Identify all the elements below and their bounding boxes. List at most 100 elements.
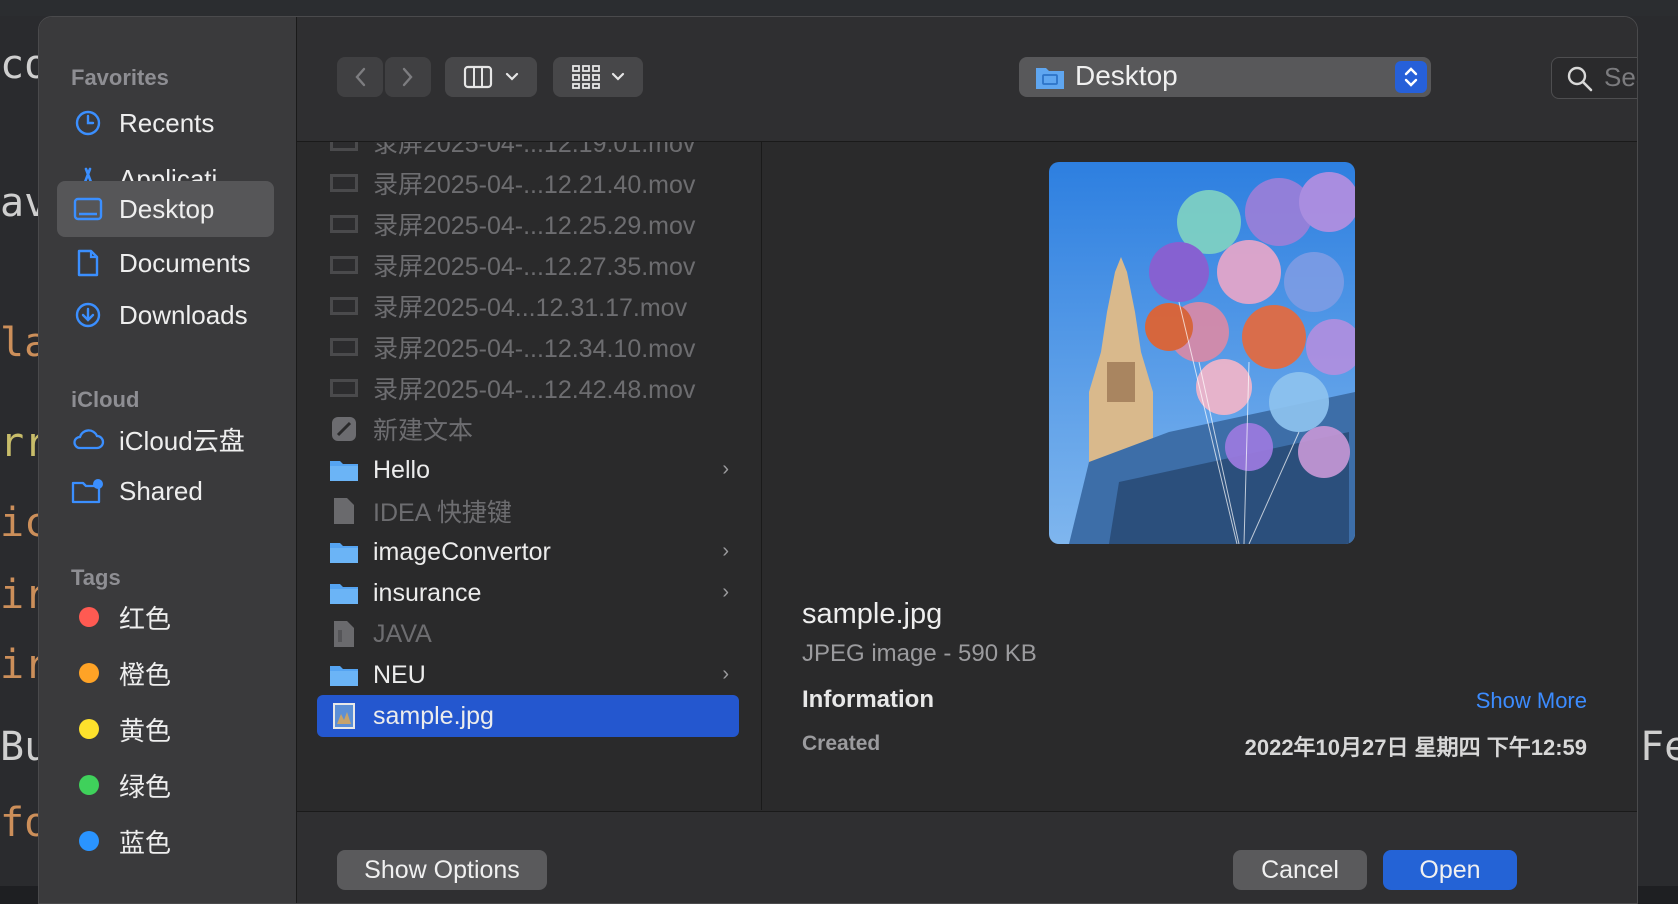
file-name: 录屏2025-04-...12.27.35.mov: [373, 253, 696, 281]
location-popup[interactable]: Desktop: [1019, 57, 1431, 97]
preview-pane: sample.jpg JPEG image - 590 KB Informati…: [762, 142, 1637, 810]
sidebar-tag-red[interactable]: 红色: [57, 589, 274, 645]
blue-tag-dot-icon: [79, 831, 99, 851]
file-name: imageConvertor: [373, 537, 551, 566]
show-options-button[interactable]: Show Options: [337, 850, 547, 890]
sidebar-tag-yellow[interactable]: 黄色: [57, 701, 274, 757]
shared-folder-icon: [71, 474, 105, 508]
preview-file-kind: JPEG image - 590 KB: [802, 640, 1037, 667]
sidebar-item-label: iCloud云盘: [119, 425, 245, 456]
tag-label: 绿色: [119, 771, 172, 802]
favorites-heading: Favorites: [71, 65, 169, 90]
clock-icon: [71, 106, 105, 140]
list-item[interactable]: NEU ›: [317, 654, 739, 696]
editor-top-bar: [0, 0, 1678, 16]
chevron-right-icon: ›: [722, 581, 729, 603]
list-item-selected[interactable]: sample.jpg: [317, 695, 739, 737]
video-file-icon: [329, 209, 359, 239]
folder-icon: [329, 578, 359, 608]
text-file-icon: [329, 414, 359, 444]
download-icon: [71, 298, 105, 332]
location-label: Desktop: [1075, 60, 1178, 91]
image-preview: [1049, 162, 1355, 544]
file-name: 录屏2025-04...12.31.17.mov: [373, 294, 688, 322]
sidebar-item-label: Documents: [119, 247, 251, 278]
show-more-link[interactable]: Show More: [1476, 688, 1587, 714]
list-item[interactable]: 录屏2025-04-...12.25.29.mov: [317, 203, 739, 245]
file-name: IDEA 快捷键: [373, 499, 512, 527]
up-down-chevron-icon: [1404, 67, 1418, 87]
list-item[interactable]: 录屏2025-04-...12.42.48.mov: [317, 367, 739, 409]
file-name: 新建文本: [373, 417, 474, 445]
folder-icon: [329, 455, 359, 485]
list-item[interactable]: insurance ›: [317, 572, 739, 614]
sidebar-tag-orange[interactable]: 橙色: [57, 645, 274, 701]
file-name: 录屏2025-04-...12.42.48.mov: [373, 376, 696, 404]
sidebar-tag-blue[interactable]: 蓝色: [57, 813, 274, 869]
video-file-icon: [329, 168, 359, 198]
sidebar-item-label: Shared: [119, 475, 203, 506]
document-file-icon: [329, 496, 359, 526]
list-item[interactable]: imageConvertor ›: [317, 531, 739, 573]
chevron-down-icon: [611, 72, 625, 81]
file-name: 录屏2025-04-...12.25.29.mov: [373, 212, 696, 240]
video-file-icon: [329, 373, 359, 403]
green-tag-dot-icon: [79, 775, 99, 795]
list-item[interactable]: IDEA 快捷键: [317, 490, 739, 532]
grid-group-icon: [572, 65, 600, 89]
column-view-icon: [463, 65, 493, 89]
tag-label: 蓝色: [119, 827, 172, 858]
sidebar-item-label: Recents: [119, 107, 215, 138]
sidebar-item-downloads[interactable]: Downloads: [57, 287, 274, 343]
chevron-right-icon: ›: [722, 458, 729, 480]
sidebar-tag-green[interactable]: 绿色: [57, 757, 274, 813]
tag-label: 橙色: [119, 659, 172, 690]
preview-file-name: sample.jpg: [802, 598, 943, 630]
file-name: 录屏2025-04-...12.19.01.mov: [373, 142, 696, 158]
sidebar-item-shared[interactable]: Shared: [57, 463, 274, 519]
location-stepper[interactable]: [1395, 61, 1427, 93]
list-item[interactable]: Hello ›: [317, 449, 739, 491]
file-name: NEU: [373, 660, 426, 689]
file-list[interactable]: 录屏2025-04-...12.19.01.mov 录屏2025-04-...1…: [297, 142, 762, 810]
video-file-icon: [329, 142, 359, 157]
list-item[interactable]: 录屏2025-04-...12.21.40.mov: [317, 162, 739, 204]
open-button[interactable]: Open: [1383, 850, 1517, 890]
video-file-icon: [329, 291, 359, 321]
file-name: JAVA: [373, 619, 432, 648]
search-icon: [1567, 66, 1593, 92]
cloud-icon: [71, 422, 105, 456]
file-name: sample.jpg: [373, 701, 494, 730]
sidebar-item-label: Desktop: [119, 193, 215, 224]
cancel-button[interactable]: Cancel: [1233, 850, 1367, 890]
sidebar-item-desktop[interactable]: Desktop: [57, 181, 274, 237]
orange-tag-dot-icon: [79, 663, 99, 683]
sidebar-item-recents[interactable]: Recents: [57, 95, 274, 151]
created-value: 2022年10月27日 星期四 下午12:59: [1244, 735, 1587, 760]
list-item[interactable]: 录屏2025-04-...12.34.10.mov: [317, 326, 739, 368]
list-item[interactable]: 录屏2025-04-...12.27.35.mov: [317, 244, 739, 286]
group-button[interactable]: [553, 57, 643, 97]
search-field[interactable]: Search: [1551, 57, 1637, 99]
folder-icon: [329, 537, 359, 567]
list-item[interactable]: JAVA: [317, 613, 739, 655]
list-item[interactable]: 新建文本: [317, 408, 739, 450]
view-mode-button[interactable]: [445, 57, 537, 97]
sidebar-item-documents[interactable]: Documents: [57, 235, 274, 291]
sidebar: Favorites Recents Applicati... Desktop D…: [39, 17, 297, 903]
sidebar-item-label: Downloads: [119, 299, 248, 330]
chevron-right-icon: ›: [722, 663, 729, 685]
forward-button[interactable]: [385, 57, 431, 97]
chevron-right-icon: [402, 67, 413, 87]
video-file-icon: [329, 332, 359, 362]
yellow-tag-dot-icon: [79, 719, 99, 739]
tags-heading: Tags: [71, 565, 121, 590]
list-item[interactable]: 录屏2025-04...12.31.17.mov: [317, 285, 739, 327]
back-button[interactable]: [337, 57, 383, 97]
information-heading: Information: [802, 686, 934, 713]
sidebar-item-icloud-drive[interactable]: iCloud云盘: [57, 411, 274, 467]
toolbar: Desktop Search: [297, 17, 1637, 142]
icloud-heading: iCloud: [71, 387, 140, 412]
list-item[interactable]: 录屏2025-04-...12.19.01.mov: [317, 142, 739, 163]
desktop-folder-icon: [1036, 68, 1064, 89]
